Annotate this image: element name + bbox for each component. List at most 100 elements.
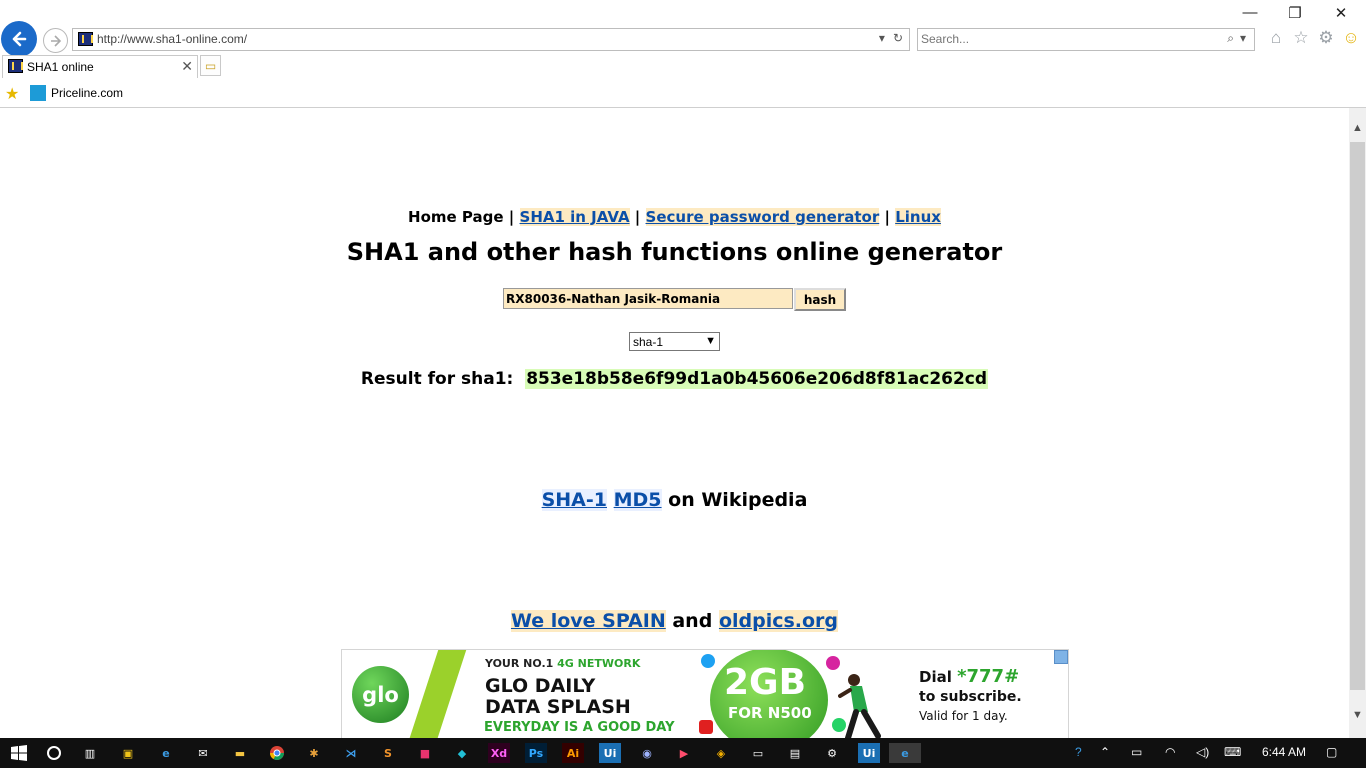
wikipedia-links: SHA-1 MD5 on Wikipedia [0, 489, 1349, 511]
nav-link-linux[interactable]: Linux [895, 208, 941, 226]
glo-logo: glo [352, 666, 409, 723]
twitter-icon [701, 654, 715, 668]
new-tab-button[interactable]: ▭ [200, 55, 221, 76]
ad-price: FOR N500 [728, 704, 812, 722]
restore-button[interactable]: ❐ [1285, 4, 1305, 22]
top-nav: Home Page | SHA1 in JAVA | Secure passwo… [0, 208, 1349, 226]
scroll-up-icon[interactable]: ▲ [1349, 122, 1366, 134]
mail-icon[interactable]: ✉ [192, 743, 214, 763]
ad-2gb-circle: 2GB FOR N500 [710, 650, 828, 738]
wifi-icon[interactable]: ◠ [1165, 745, 1175, 759]
favorite-priceline[interactable]: Priceline.com [30, 85, 123, 101]
ad-tagline-highlight: 4G NETWORK [557, 657, 641, 670]
adobe-xd-icon[interactable]: Xd [488, 743, 510, 763]
ad-dial: Dial *777# [919, 666, 1019, 687]
result-line: Result for sha1: 853e18b58e6f99d1a0b4560… [0, 369, 1349, 389]
glo-ad-banner[interactable]: glo YOUR NO.1 4G NETWORK GLO DAILY DATA … [341, 649, 1069, 738]
minimize-button[interactable]: — [1240, 4, 1260, 21]
forward-button[interactable] [43, 28, 68, 53]
page-title: SHA1 and other hash functions online gen… [346, 238, 1003, 266]
tab-sha1-online[interactable]: SHA1 online ✕ [2, 55, 198, 78]
start-windows-icon[interactable] [8, 743, 30, 763]
ad-tagline-prefix: YOUR NO.1 [485, 657, 558, 670]
notification-icon[interactable]: ▢ [1326, 745, 1337, 759]
volume-icon[interactable]: ◁) [1196, 745, 1209, 759]
address-url[interactable]: http://www.sha1-online.com/ [97, 32, 247, 46]
help-icon[interactable]: ? [1075, 745, 1082, 759]
wiki-suffix: on Wikipedia [668, 489, 808, 511]
app-git-icon[interactable]: ◈ [710, 743, 732, 763]
nav-link-password-generator[interactable]: Secure password generator [645, 208, 880, 226]
tab-close-icon[interactable]: ✕ [181, 58, 193, 75]
settings-icon[interactable]: ⚙ [821, 743, 843, 763]
ad-everyday: EVERYDAY IS A GOOD DAY [484, 720, 675, 735]
ad-valid: Valid for 1 day. [919, 709, 1008, 723]
keyboard-icon[interactable]: ⌨ [1224, 745, 1241, 759]
app-cyan-icon[interactable]: ◆ [451, 743, 473, 763]
ad-choices-icon[interactable] [1054, 650, 1068, 664]
store-icon[interactable]: ▣ [117, 743, 139, 763]
app-pink-icon[interactable]: ■ [414, 743, 436, 763]
wiki-link-sha1[interactable]: SHA-1 [541, 489, 607, 511]
media-player-icon[interactable]: ▶ [673, 743, 695, 763]
ad-headline-2: DATA SPLASH [485, 696, 631, 718]
clock-time[interactable]: 6:44 AM [1262, 745, 1306, 759]
hash-button[interactable]: hash [794, 288, 846, 311]
cortana-search-icon[interactable] [43, 743, 65, 763]
edge-icon[interactable]: e [155, 743, 177, 763]
search-box[interactable]: ⌕ ▾ [917, 28, 1255, 51]
tab-title: SHA1 online [27, 60, 94, 74]
person-illustration [838, 674, 881, 738]
add-to-favorites-icon[interactable]: ★ [5, 84, 19, 104]
clapper-icon[interactable]: ▤ [784, 743, 806, 763]
nav-separator: | [508, 208, 515, 226]
partner-links: We love SPAIN and oldpics.org [0, 610, 1349, 632]
sublime-icon[interactable]: S [377, 743, 399, 763]
youtube-icon [699, 720, 713, 734]
refresh-icon[interactable]: ↻ [893, 31, 903, 45]
wiki-link-md5[interactable]: MD5 [613, 489, 662, 511]
vscode-icon[interactable]: ⋊ [340, 743, 362, 763]
uipath-studio-icon[interactable]: Ui [858, 743, 880, 763]
battery-icon[interactable]: ▭ [1131, 745, 1142, 759]
vertical-scrollbar[interactable]: ▲ ▼ [1349, 108, 1366, 738]
task-view-icon[interactable]: ▥ [79, 743, 101, 763]
chrome-icon[interactable] [266, 743, 288, 763]
search-input[interactable] [921, 32, 1201, 46]
favorites-star-icon[interactable]: ☆ [1291, 28, 1311, 48]
link-oldpics[interactable]: oldpics.org [718, 610, 839, 632]
search-dropdown-icon[interactable]: ▾ [1240, 31, 1246, 46]
search-icon[interactable]: ⌕ [1227, 31, 1234, 46]
close-window-button[interactable]: ✕ [1331, 4, 1351, 22]
feedback-smiley-icon[interactable]: ☺ [1341, 28, 1361, 48]
app-blue-icon[interactable]: ◉ [636, 743, 658, 763]
page-content: Home Page | SHA1 in JAVA | Secure passwo… [0, 108, 1349, 738]
hash-text-input[interactable] [503, 288, 793, 309]
internet-explorer-icon[interactable]: e [889, 743, 921, 763]
nav-separator: | [634, 208, 641, 226]
address-bar[interactable]: http://www.sha1-online.com/ ▾ ↻ [72, 28, 910, 51]
settings-gear-icon[interactable]: ⚙ [1316, 28, 1336, 48]
nav-link-sha1-java[interactable]: SHA1 in JAVA [519, 208, 630, 226]
hash-form: hash [503, 288, 846, 311]
uipath-icon[interactable]: Ui [599, 743, 621, 763]
slack-icon[interactable]: ✱ [303, 743, 325, 763]
chevron-down-icon: ▼ [705, 335, 716, 347]
back-button[interactable] [1, 21, 37, 57]
algorithm-selected: sha-1 [633, 334, 664, 349]
home-icon[interactable]: ⌂ [1266, 28, 1286, 48]
algorithm-select[interactable]: sha-1 ▼ [629, 332, 720, 351]
ad-dial-code: *777# [957, 666, 1020, 687]
result-label: Result for sha1: [360, 369, 514, 389]
command-prompt-icon[interactable]: ▭ [747, 743, 769, 763]
address-dropdown-icon[interactable]: ▾ [879, 31, 885, 45]
scrollbar-thumb[interactable] [1350, 142, 1365, 690]
scroll-down-icon[interactable]: ▼ [1349, 709, 1366, 721]
partner-and: and [672, 610, 713, 632]
show-hidden-icons-icon[interactable]: ⌃ [1100, 745, 1110, 759]
file-explorer-icon[interactable]: ▬ [229, 743, 251, 763]
illustrator-icon[interactable]: Ai [562, 743, 584, 763]
result-hash: 853e18b58e6f99d1a0b45606e206d8f81ac262cd [525, 369, 989, 389]
photoshop-icon[interactable]: Ps [525, 743, 547, 763]
link-we-love-spain[interactable]: We love SPAIN [510, 610, 666, 632]
